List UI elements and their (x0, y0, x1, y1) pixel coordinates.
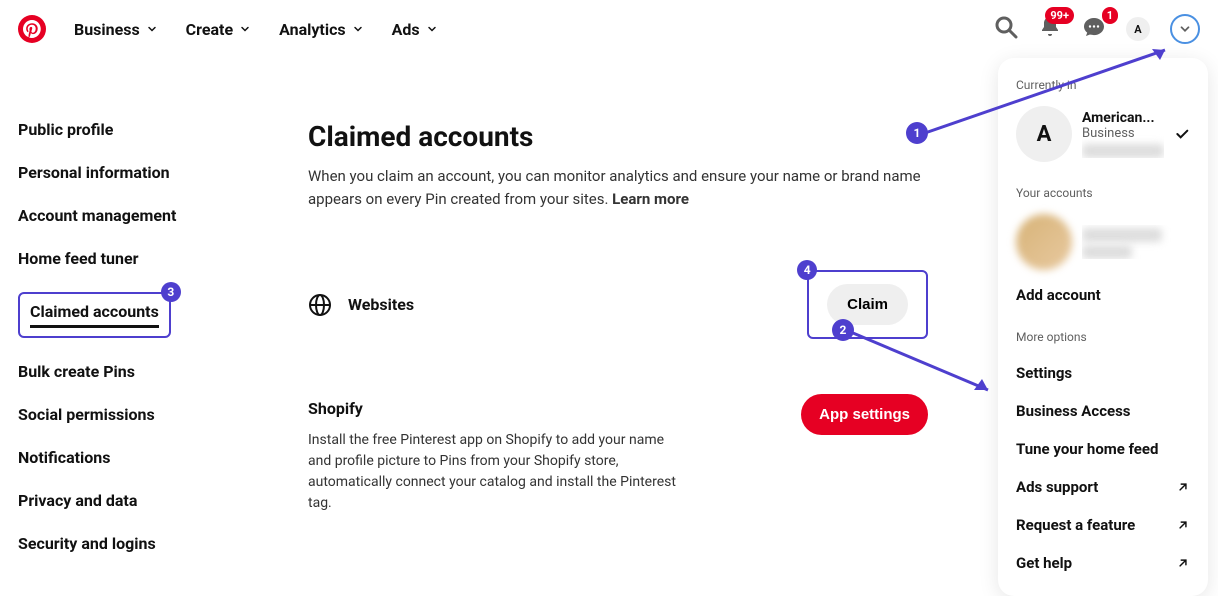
msg-badge: 1 (1102, 7, 1118, 24)
panel-option-request-feature[interactable]: Request a feature (1006, 506, 1200, 544)
globe-icon (308, 293, 332, 317)
panel-option-settings[interactable]: Settings (1006, 354, 1200, 392)
annotation-number-2: 2 (832, 319, 854, 341)
page-description: When you claim an account, you can monit… (308, 165, 928, 210)
external-link-icon (1176, 480, 1190, 494)
sidebar-item-home-feed-tuner[interactable]: Home feed tuner (18, 249, 268, 268)
external-link-icon (1176, 556, 1190, 570)
nav-label: Business (74, 20, 140, 39)
sidebar-item-claimed-accounts[interactable]: Claimed accounts (30, 302, 159, 328)
learn-more-link[interactable]: Learn more (612, 190, 689, 208)
nav-label: Create (186, 20, 233, 39)
annotation-number-4: 4 (797, 260, 817, 280)
chevron-down-icon (426, 23, 438, 35)
chevron-down-icon (352, 23, 364, 35)
messages-icon[interactable]: 1 (1082, 15, 1106, 43)
nav-ads[interactable]: Ads (392, 20, 438, 39)
chevron-down-icon (146, 23, 158, 35)
other-account-blurred-2 (1082, 245, 1132, 259)
main-content: Claimed accounts When you claim an accou… (268, 120, 968, 553)
other-account-avatar (1016, 214, 1072, 270)
app-settings-button[interactable]: App settings (801, 394, 928, 435)
other-account-row[interactable] (1006, 210, 1200, 276)
avatar-letter: A (1134, 23, 1141, 36)
sidebar-item-account-management[interactable]: Account management (18, 206, 268, 225)
bell-icon[interactable]: 99+ (1038, 15, 1062, 43)
top-header: Business Create Analytics Ads 99+ 1 A (0, 0, 1218, 60)
external-link-icon (1176, 518, 1190, 532)
account-email-blurred (1082, 144, 1164, 158)
nav-create[interactable]: Create (186, 20, 251, 39)
sidebar-item-public-profile[interactable]: Public profile (18, 120, 268, 139)
notif-badge: 99+ (1045, 7, 1074, 24)
sidebar-item-social-permissions[interactable]: Social permissions (18, 405, 268, 424)
panel-option-business-access[interactable]: Business Access (1006, 392, 1200, 430)
websites-label: Websites (348, 295, 414, 314)
panel-option-ads-support[interactable]: Ads support (1006, 468, 1200, 506)
nav-label: Analytics (279, 20, 346, 39)
nav-analytics[interactable]: Analytics (279, 20, 364, 39)
more-options-label: More options (1006, 324, 1200, 354)
add-account-button[interactable]: Add account (1006, 276, 1200, 314)
shopify-heading: Shopify (308, 399, 688, 418)
header-right: 99+ 1 A (994, 14, 1200, 44)
sidebar-item-personal-info[interactable]: Personal information (18, 163, 268, 182)
chevron-down-icon (239, 23, 251, 35)
nav-business[interactable]: Business (74, 20, 158, 39)
search-icon[interactable] (994, 15, 1018, 43)
sidebar-item-bulk-create[interactable]: Bulk create Pins (18, 362, 268, 381)
settings-sidebar: Public profile Personal information Acco… (18, 120, 268, 553)
annotation-number-1: 1 (906, 122, 928, 144)
annotation-box-3: Claimed accounts (18, 292, 171, 338)
panel-option-tune-feed[interactable]: Tune your home feed (1006, 430, 1200, 468)
your-accounts-label: Your accounts (1006, 180, 1200, 210)
sidebar-item-security-logins[interactable]: Security and logins (18, 534, 268, 553)
current-account-row[interactable]: A American... Business (1006, 102, 1200, 168)
account-avatar: A (1016, 106, 1072, 162)
sidebar-item-privacy-data[interactable]: Privacy and data (18, 491, 268, 510)
check-icon (1174, 126, 1190, 142)
panel-option-get-help[interactable]: Get help (1006, 544, 1200, 582)
pinterest-logo-icon[interactable] (18, 15, 46, 43)
shopify-description: Install the free Pinterest app on Shopif… (308, 430, 688, 514)
avatar[interactable]: A (1126, 17, 1150, 41)
other-account-blurred (1082, 228, 1162, 242)
sidebar-item-notifications[interactable]: Notifications (18, 448, 268, 467)
account-type: Business (1082, 126, 1164, 141)
annotation-box-4: Claim (807, 270, 928, 339)
account-menu-button[interactable] (1170, 14, 1200, 44)
annotation-number-3: 3 (161, 282, 181, 302)
account-name: American... (1082, 110, 1164, 126)
currently-in-label: Currently in (1006, 72, 1200, 102)
chevron-down-icon (1178, 22, 1192, 36)
page-title: Claimed accounts (308, 120, 928, 153)
account-dropdown-panel: Currently in A American... Business Your… (998, 58, 1208, 596)
nav-label: Ads (392, 20, 420, 39)
